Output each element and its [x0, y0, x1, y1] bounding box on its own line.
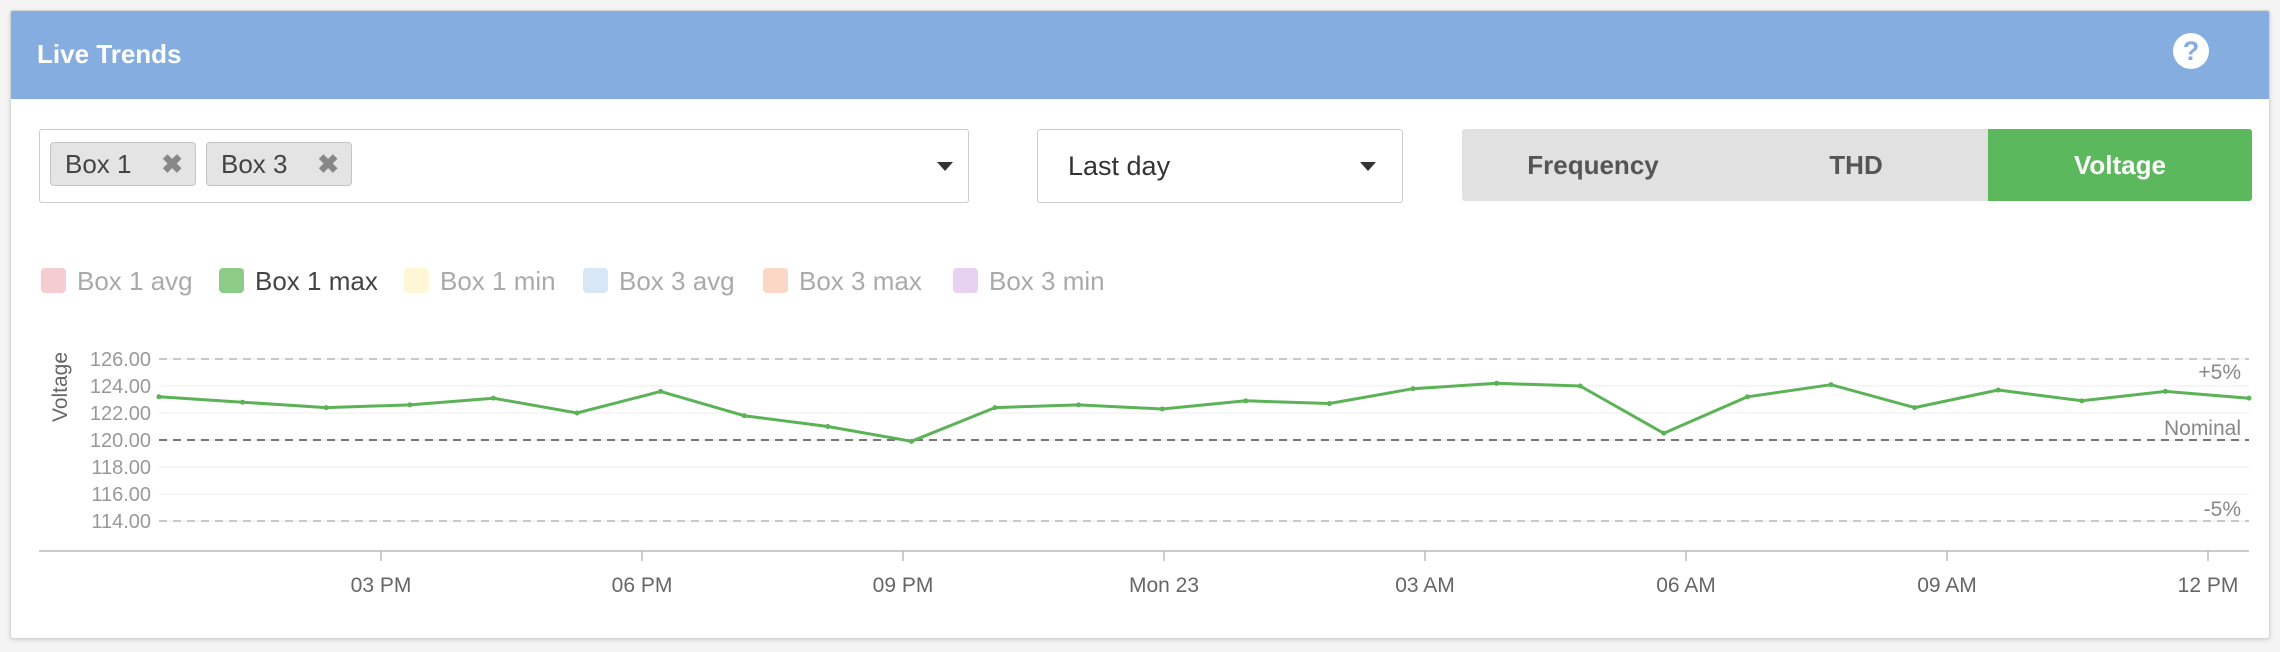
x-tick-label: 09 PM — [873, 574, 934, 597]
reference-label: -5% — [2204, 498, 2241, 521]
y-tick-label: 116.00 — [91, 484, 151, 506]
data-point — [1744, 394, 1750, 400]
data-point — [156, 394, 162, 400]
voltage-chart: Voltage 126.00 124.00 122.00 120.00 118.00 11… — [39, 349, 2252, 597]
metric-frequency-button[interactable]: Frequency — [1462, 129, 1724, 201]
legend-label: Box 1 avg — [77, 266, 193, 296]
remove-chip-icon[interactable]: ✖ — [161, 143, 183, 185]
x-tick-label: 06 PM — [612, 574, 673, 597]
data-point — [1912, 405, 1918, 411]
data-point — [992, 405, 998, 411]
data-point — [323, 405, 329, 411]
legend-swatch — [583, 268, 608, 293]
metric-toggle-group: Frequency THD Voltage — [1462, 129, 2252, 201]
box-multi-select[interactable]: Box 1 ✖ Box 3 ✖ — [39, 129, 969, 203]
x-tick-label: 12 PM — [2178, 574, 2239, 597]
data-point — [1076, 402, 1082, 408]
chevron-down-icon[interactable] — [937, 162, 953, 171]
legend-label: Box 1 max — [255, 266, 378, 296]
y-tick-label: 120.00 — [90, 430, 151, 452]
selected-box-chip: Box 1 ✖ — [50, 142, 196, 186]
data-point — [1995, 387, 2001, 393]
y-tick-label: 126.00 — [90, 349, 151, 371]
legend-swatch — [953, 268, 978, 293]
legend-label: Box 3 avg — [619, 266, 735, 296]
legend-swatch — [763, 268, 788, 293]
data-point — [2079, 398, 2085, 404]
data-point — [2162, 388, 2168, 394]
y-tick-label: 118.00 — [91, 457, 151, 479]
x-tick-label: 09 AM — [1917, 574, 1977, 597]
y-axis-ticks: 126.00 124.00 122.00 120.00 118.00 116.00 114.… — [90, 349, 151, 533]
y-tick-label: 122.00 — [90, 403, 151, 425]
x-tick-label: 06 AM — [1656, 574, 1716, 597]
panel-title: Live Trends — [37, 39, 182, 69]
x-axis-ticks: 03 PM 06 PM 09 PM Mon 23 03 AM 06 AM 09 AM 12 P… — [351, 551, 2239, 597]
data-point — [407, 402, 413, 408]
data-point — [1326, 401, 1332, 407]
metric-thd-button[interactable]: THD — [1724, 129, 1988, 201]
legend-swatch — [404, 268, 429, 293]
legend-swatch — [41, 268, 66, 293]
legend-label: Box 1 min — [440, 266, 556, 296]
y-tick-label: 114.00 — [91, 511, 151, 533]
chevron-down-icon[interactable] — [1360, 162, 1376, 171]
data-point — [825, 424, 831, 429]
help-icon[interactable]: ? — [2173, 33, 2209, 69]
x-tick-label: Mon 23 — [1129, 574, 1199, 597]
data-point — [1494, 380, 1500, 386]
data-point — [741, 413, 747, 419]
panel-header: Live Trends ? — [11, 11, 2269, 99]
chip-label: Box 1 — [65, 149, 132, 179]
reference-label: +5% — [2198, 361, 2241, 384]
series-layer — [156, 380, 2252, 444]
data-point — [1410, 386, 1416, 392]
legend-label: Box 3 min — [989, 266, 1105, 296]
chip-label: Box 3 — [221, 149, 288, 179]
data-point — [574, 410, 580, 416]
remove-chip-icon[interactable]: ✖ — [317, 143, 339, 185]
metric-voltage-button[interactable]: Voltage — [1988, 129, 2252, 201]
data-point — [240, 399, 246, 405]
data-point — [1577, 383, 1583, 389]
live-trends-panel: Live Trends ? Box 1 ✖ Box 3 ✖ Last day F… — [10, 10, 2270, 639]
data-point — [1243, 398, 1249, 404]
legend-label: Box 3 max — [799, 266, 922, 296]
data-point — [1661, 430, 1667, 436]
reference-label: Nominal — [2164, 417, 2241, 440]
data-point — [1828, 382, 1834, 388]
y-tick-label: 124.00 — [90, 376, 151, 398]
time-range-value: Last day — [1068, 151, 1171, 181]
data-point — [658, 388, 664, 394]
data-point — [1159, 406, 1165, 412]
data-point — [908, 438, 914, 444]
legend-swatch — [219, 268, 244, 293]
time-range-select[interactable]: Last day — [1037, 129, 1403, 203]
x-tick-label: 03 AM — [1395, 574, 1455, 597]
selected-box-chip: Box 3 ✖ — [206, 142, 352, 186]
x-tick-label: 03 PM — [351, 574, 412, 597]
data-point — [2246, 395, 2252, 401]
data-point — [490, 395, 496, 401]
y-axis-label: Voltage — [49, 352, 72, 422]
series-line — [158, 381, 2250, 443]
